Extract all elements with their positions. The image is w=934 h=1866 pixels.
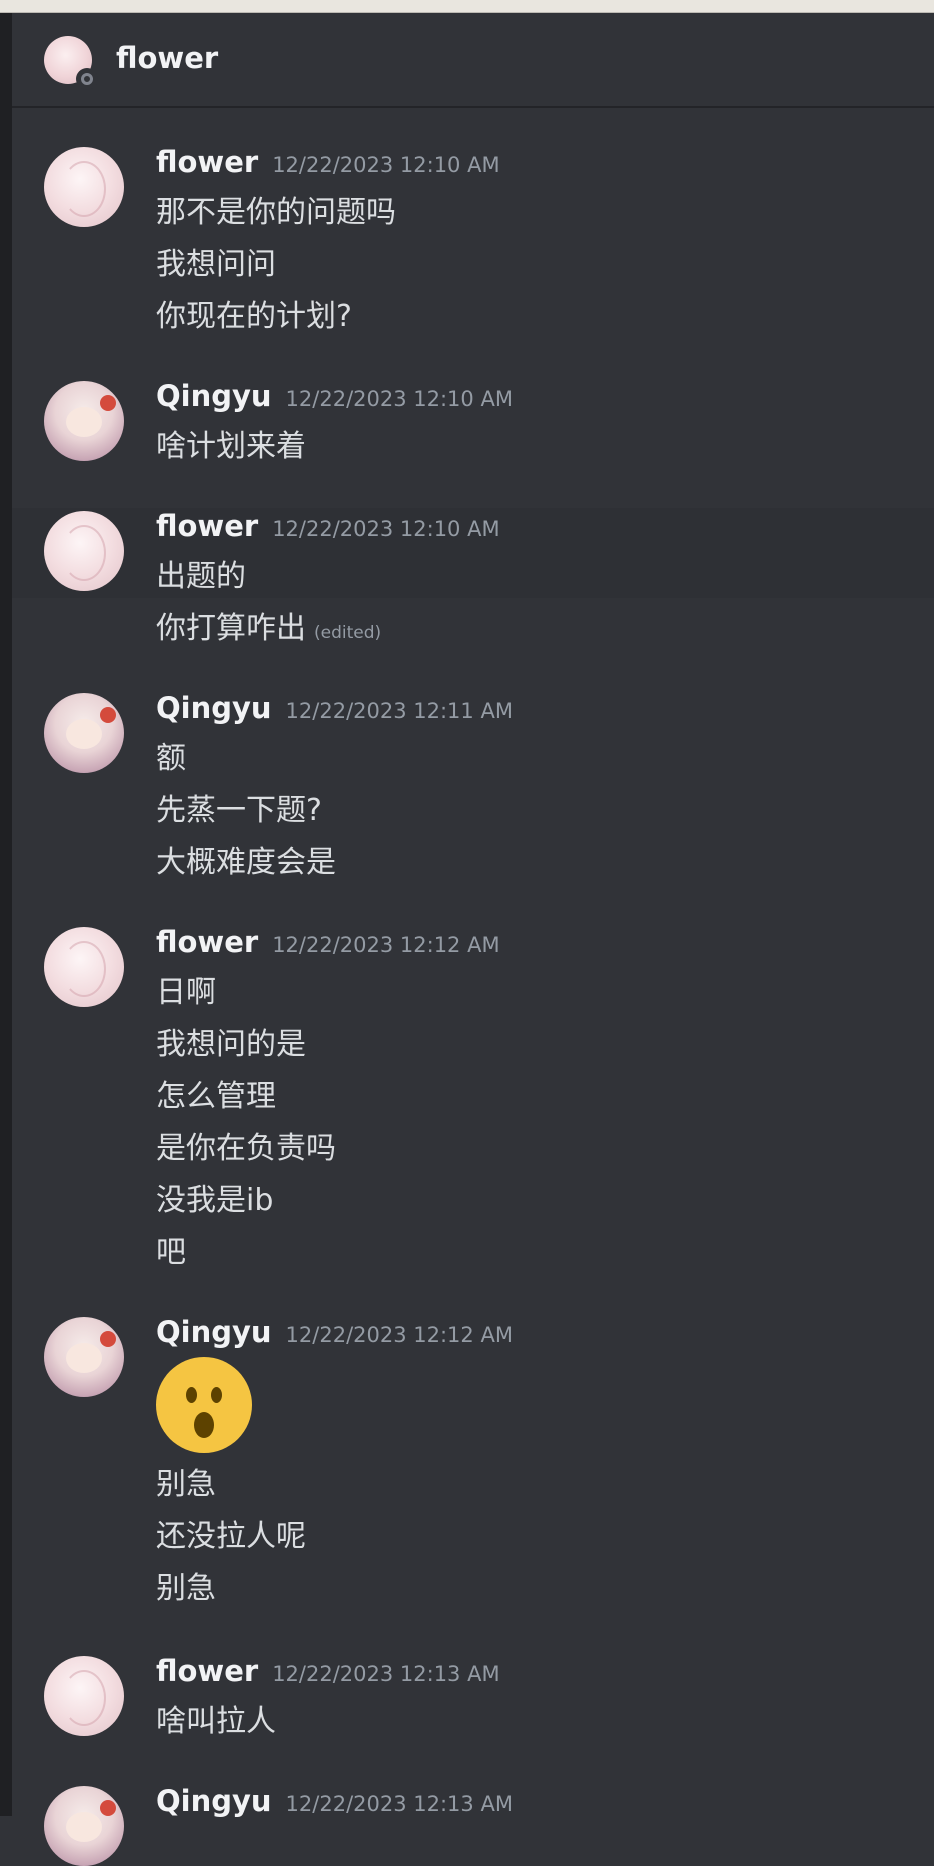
left-divider-strip xyxy=(0,13,12,1816)
flower-avatar[interactable] xyxy=(44,927,124,1007)
message-timestamp: 12/22/2023 12:10 AM xyxy=(285,387,513,411)
message-text: 别急 xyxy=(156,1571,216,1606)
channel-header: flower xyxy=(12,13,934,108)
message-text: 是你在负责吗 xyxy=(156,1131,336,1166)
message-text: 额 xyxy=(156,741,186,776)
message-text: 啥计划来着 xyxy=(156,429,306,464)
message-text: 吧 xyxy=(156,1235,186,1270)
flower-avatar[interactable] xyxy=(44,511,124,591)
message-timestamp: 12/22/2023 12:10 AM xyxy=(272,153,500,177)
message-text: 你现在的计划? xyxy=(156,299,352,334)
flower-avatar[interactable] xyxy=(44,147,124,227)
offline-status-icon xyxy=(76,68,98,90)
window-top-edge xyxy=(0,0,934,13)
message-text: 先蒸一下题? xyxy=(156,793,322,828)
message-author[interactable]: flower xyxy=(156,509,258,543)
message-text: 没我是ib xyxy=(156,1183,274,1218)
qingyu-avatar[interactable] xyxy=(44,1786,124,1866)
message-text: 你打算咋出 (edited) xyxy=(156,603,381,647)
message-author[interactable]: Qingyu xyxy=(156,1315,272,1349)
message-author[interactable]: flower xyxy=(156,145,258,179)
message-author[interactable]: Qingyu xyxy=(156,379,272,413)
message-timestamp: 12/22/2023 12:10 AM xyxy=(272,517,500,541)
message-text: 还没拉人呢 xyxy=(156,1519,306,1554)
message-text: 啥叫拉人 xyxy=(156,1704,276,1739)
message-text: 那不是你的问题吗 xyxy=(156,195,396,230)
message-text: 出题的 xyxy=(156,559,246,594)
message-timestamp: 12/22/2023 12:11 AM xyxy=(285,699,513,723)
message-text-content: 你打算咋出 xyxy=(156,611,306,646)
message-text: 我想问的是 xyxy=(156,1027,306,1062)
qingyu-avatar[interactable] xyxy=(44,381,124,461)
message-text: 怎么管理 xyxy=(156,1079,276,1114)
message-author[interactable]: flower xyxy=(156,1654,258,1688)
message-text: 日啊 xyxy=(156,975,216,1010)
message-text: 大概难度会是 xyxy=(156,845,336,880)
flower-avatar[interactable] xyxy=(44,1656,124,1736)
message-timestamp: 12/22/2023 12:13 AM xyxy=(285,1792,513,1816)
message-author[interactable]: flower xyxy=(156,925,258,959)
edited-label: (edited) xyxy=(314,623,382,643)
message-text: 我想问问 xyxy=(156,247,276,282)
message-text: 别急 xyxy=(156,1467,216,1502)
message-timestamp: 12/22/2023 12:12 AM xyxy=(272,933,500,957)
message-timestamp: 12/22/2023 12:12 AM xyxy=(285,1323,513,1347)
open-mouth-emoji[interactable] xyxy=(156,1357,252,1453)
message-author[interactable]: Qingyu xyxy=(156,691,272,725)
message-author[interactable]: Qingyu xyxy=(156,1784,272,1818)
user-avatar[interactable] xyxy=(44,36,98,90)
channel-title: flower xyxy=(116,41,219,75)
qingyu-avatar[interactable] xyxy=(44,693,124,773)
message-timestamp: 12/22/2023 12:13 AM xyxy=(272,1662,500,1686)
qingyu-avatar[interactable] xyxy=(44,1317,124,1397)
